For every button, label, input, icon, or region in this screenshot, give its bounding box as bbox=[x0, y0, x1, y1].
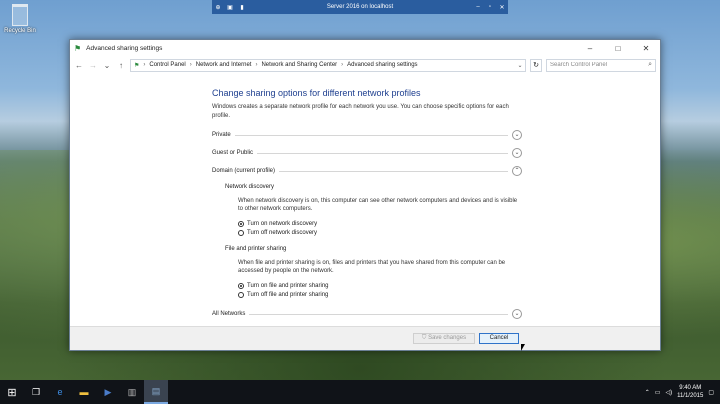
network-icon[interactable]: ▭ bbox=[655, 389, 661, 396]
breadcrumb-chevron-icon: › bbox=[255, 62, 258, 68]
tray-chevron-icon[interactable]: ⌃ bbox=[645, 389, 650, 396]
start-button[interactable]: ⊞ bbox=[0, 380, 24, 404]
divider bbox=[257, 152, 508, 154]
control-panel-icon: ⚑ bbox=[134, 62, 140, 69]
clock-date: 11/1/2015 bbox=[677, 393, 704, 399]
close-button[interactable]: ✕ bbox=[632, 44, 660, 53]
profile-domain-label: Domain (current profile) bbox=[212, 168, 276, 174]
file-sharing-title: File and printer sharing bbox=[225, 246, 287, 252]
file-sharing-description: When file and printer sharing is on, fil… bbox=[238, 260, 506, 274]
network-app-icon: ⚑ bbox=[74, 43, 82, 53]
address-bar[interactable]: ⚑ › Control Panel › Network and Internet… bbox=[130, 58, 526, 72]
system-tray: ⌃ ▭ ◁) 9:40 AM 11/1/2015 ▢ bbox=[645, 384, 720, 400]
taskbar: ⊞ ❐ e ▬ ▶ ▥ ▤ ⌃ ▭ ◁) 9:40 AM 11/1/2015 ▢ bbox=[0, 380, 720, 404]
radio-selected[interactable] bbox=[238, 220, 244, 227]
close-icon[interactable]: ✕ bbox=[496, 4, 508, 11]
restore-icon[interactable]: ▫ bbox=[484, 4, 496, 10]
chevron-up-icon[interactable]: ⌃ bbox=[512, 166, 522, 176]
minimize-button[interactable]: – bbox=[576, 44, 604, 53]
server-manager-icon[interactable]: ▥ bbox=[120, 380, 144, 404]
lock-icon: ▣ bbox=[227, 4, 233, 11]
cancel-button[interactable]: Cancel bbox=[479, 333, 519, 344]
intro-text: Windows creates a separate network profi… bbox=[212, 104, 509, 119]
back-arrow-icon[interactable]: ← bbox=[74, 61, 84, 70]
chevron-down-icon[interactable]: ⌄ bbox=[512, 309, 522, 319]
breadcrumb-chevron-icon: › bbox=[189, 62, 192, 68]
control-panel-taskbar-icon[interactable]: ▤ bbox=[144, 380, 168, 404]
chevron-down-icon[interactable]: ⌄ bbox=[512, 148, 522, 158]
breadcrumb-control-panel[interactable]: Control Panel bbox=[149, 62, 185, 68]
minimize-icon[interactable]: – bbox=[472, 4, 484, 10]
remote-connection-bar: ⊕ ▣ ▮ Server 2016 on localhost – ▫ ✕ bbox=[212, 0, 508, 14]
domain-profile-section: Network discovery bbox=[212, 184, 522, 190]
window-footer: ⛉ Save changes Cancel bbox=[70, 326, 660, 351]
search-icon[interactable]: ⌕ bbox=[648, 61, 652, 69]
clock-time: 9:40 AM bbox=[679, 385, 702, 391]
breadcrumb-advanced-sharing[interactable]: Advanced sharing settings bbox=[347, 62, 417, 68]
network-discovery-title: Network discovery bbox=[225, 184, 275, 190]
profile-all-networks[interactable]: All Networks ⌄ bbox=[212, 305, 522, 323]
save-changes-button[interactable]: ⛉ Save changes bbox=[413, 333, 475, 344]
advanced-sharing-window: ⚑ Advanced sharing settings – □ ✕ ← → ⌄ … bbox=[69, 39, 661, 351]
pin-icon[interactable]: ⊕ bbox=[212, 4, 224, 11]
file-sharing-on-option[interactable]: Turn on file and printer sharing bbox=[212, 281, 522, 290]
profile-domain[interactable]: Domain (current profile) ⌃ bbox=[212, 162, 522, 180]
divider bbox=[234, 134, 508, 136]
chevron-down-icon[interactable]: ⌄ bbox=[512, 130, 522, 140]
search-input[interactable] bbox=[550, 62, 649, 68]
recycle-bin[interactable]: Recycle Bin bbox=[4, 4, 36, 34]
clock[interactable]: 9:40 AM 11/1/2015 bbox=[677, 384, 703, 400]
edge-browser-icon[interactable]: e bbox=[48, 380, 72, 404]
address-dropdown-icon[interactable]: ⌄ bbox=[515, 62, 525, 69]
network-discovery-off-label: Turn off network discovery bbox=[247, 229, 318, 236]
mouse-pointer-icon bbox=[521, 344, 525, 351]
profile-all-label: All Networks bbox=[212, 311, 246, 317]
recent-dropdown-icon[interactable]: ⌄ bbox=[102, 61, 112, 70]
breadcrumb-network-internet[interactable]: Network and Internet bbox=[196, 62, 252, 68]
window-titlebar[interactable]: ⚑ Advanced sharing settings – □ ✕ bbox=[70, 40, 660, 56]
breadcrumb-chevron-icon: › bbox=[341, 62, 344, 68]
divider bbox=[249, 313, 508, 315]
network-discovery-on-label: Turn on network discovery bbox=[247, 220, 318, 227]
up-arrow-icon[interactable]: ↑ bbox=[116, 61, 126, 70]
network-discovery-description: When network discovery is on, this compu… bbox=[238, 198, 518, 212]
volume-icon[interactable]: ◁) bbox=[665, 389, 672, 396]
task-view-icon[interactable]: ❐ bbox=[24, 380, 48, 404]
file-sharing-on-label: Turn on file and printer sharing bbox=[247, 282, 329, 289]
page-heading: Change sharing options for different net… bbox=[212, 88, 421, 98]
divider bbox=[279, 170, 508, 172]
notifications-icon[interactable]: ▢ bbox=[708, 389, 714, 396]
profile-guest-public[interactable]: Guest or Public ⌄ bbox=[212, 144, 522, 162]
address-row: ← → ⌄ ↑ ⚑ › Control Panel › Network and … bbox=[70, 56, 660, 74]
file-sharing-off-label: Turn off file and printer sharing bbox=[247, 291, 329, 298]
powershell-icon[interactable]: ▶ bbox=[96, 380, 120, 404]
profile-private-label: Private bbox=[212, 132, 231, 138]
breadcrumb-chevron-icon: › bbox=[143, 62, 146, 68]
file-explorer-icon[interactable]: ▬ bbox=[72, 380, 96, 404]
recycle-bin-label: Recycle Bin bbox=[4, 28, 36, 34]
profile-guest-label: Guest or Public bbox=[212, 150, 254, 156]
remote-connection-title: Server 2016 on localhost bbox=[326, 4, 394, 10]
breadcrumb-sharing-center[interactable]: Network and Sharing Center bbox=[261, 62, 337, 68]
file-sharing-section: File and printer sharing bbox=[212, 246, 522, 252]
radio-unselected[interactable] bbox=[238, 291, 244, 298]
network-discovery-on-option[interactable]: Turn on network discovery bbox=[212, 219, 522, 228]
window-title: Advanced sharing settings bbox=[86, 44, 163, 52]
sharing-content: Change sharing options for different net… bbox=[212, 88, 522, 323]
signal-icon: ▮ bbox=[240, 4, 244, 11]
save-changes-label: Save changes bbox=[428, 335, 467, 341]
file-sharing-off-option[interactable]: Turn off file and printer sharing bbox=[212, 290, 522, 299]
forward-arrow-icon[interactable]: → bbox=[88, 61, 98, 70]
recycle-bin-icon bbox=[12, 4, 28, 26]
radio-unselected[interactable] bbox=[238, 229, 244, 236]
profile-private[interactable]: Private ⌄ bbox=[212, 126, 522, 144]
radio-selected[interactable] bbox=[238, 282, 244, 289]
network-discovery-off-option[interactable]: Turn off network discovery bbox=[212, 228, 522, 237]
refresh-icon[interactable]: ↻ bbox=[530, 58, 542, 72]
search-box[interactable]: ⌕ bbox=[546, 58, 656, 72]
maximize-button[interactable]: □ bbox=[604, 44, 632, 53]
